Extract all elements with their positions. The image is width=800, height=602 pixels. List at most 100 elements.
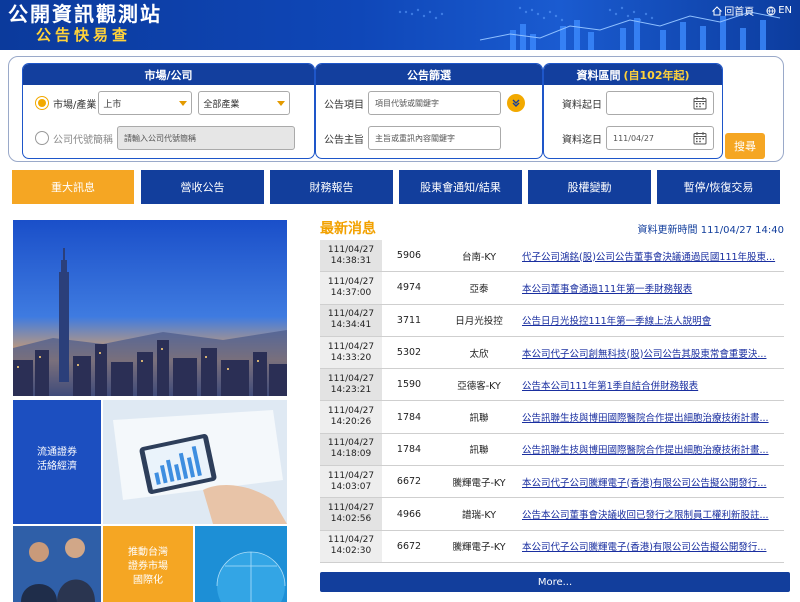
date-box-note: (自102年起) — [623, 68, 690, 82]
promo-tile-securities-text: 流通證券 活絡經濟 — [37, 447, 77, 472]
news-date: 111/04/27 — [327, 535, 375, 546]
news-subject-link[interactable]: 本公司代子公司騰輝電子(香港)有限公司公告擬公開發行... — [522, 475, 784, 489]
end-date-value: 111/04/27 — [613, 133, 655, 143]
expand-options-button[interactable] — [507, 94, 525, 112]
news-company-code: 4966 — [396, 508, 422, 520]
news-company-code: 1590 — [396, 379, 422, 391]
end-date-input[interactable]: 111/04/27 — [606, 126, 714, 150]
news-row: 111/04/27 14:18:09 1784 訊聯 公告訊聯生技與博田國際醫院合作提出… — [320, 433, 784, 467]
news-row: 111/04/27 14:37:00 4974 亞泰 本公司董事會通過111年第一季財務… — [320, 272, 784, 305]
news-company-code: 1784 — [396, 411, 422, 423]
news-company-name: 太欣 — [469, 348, 489, 360]
news-company-name: 亞泰 — [469, 283, 489, 295]
news-time: 14:38:31 — [330, 255, 372, 266]
news-time: 14:37:00 — [330, 287, 372, 298]
company-input[interactable]: 請輸入公司代號簡稱 — [117, 126, 295, 150]
news-subject-link[interactable]: 公告日月光投控111年第一季線上法人說明會 — [522, 313, 784, 327]
search-button[interactable]: 搜尋 — [725, 133, 765, 159]
industry-select[interactable]: 全部產業 — [198, 91, 291, 115]
news-row: 111/04/27 14:02:56 4966 譜瑞-KY 公告本公司董事會決議收回已發… — [320, 498, 784, 531]
search-panel: 市場/公司 市場/產業 上市 全部產業 公司代號簡稱 請輸入公司代號簡稱 公告篩… — [8, 56, 784, 162]
market-label: 市場/產業 — [53, 99, 97, 111]
start-date-input[interactable] — [606, 91, 714, 115]
promo-area: 流通證券 活絡經濟 推動台灣 證券市場 國際化 — [13, 220, 287, 602]
tab-material-info[interactable]: 重大訊息 — [12, 170, 134, 204]
site-title: 公開資訊觀測站 — [8, 2, 162, 26]
news-company-name: 訊聯 — [469, 413, 489, 425]
tab-shareholders-meeting[interactable]: 股東會通知/結果 — [399, 170, 522, 204]
home-icon — [712, 5, 723, 15]
chevron-down-icon — [179, 101, 188, 106]
chevron-down-icon — [277, 101, 286, 106]
calendar-icon[interactable] — [693, 131, 707, 145]
market-select-value: 上市 — [103, 99, 122, 110]
tab-financial-report[interactable]: 財務報告 — [270, 170, 393, 204]
industry-select-value: 全部產業 — [203, 99, 240, 110]
more-button[interactable]: More... — [320, 572, 790, 592]
company-radio[interactable] — [35, 131, 49, 145]
news-datetime: 111/04/27 14:02:30 — [320, 530, 382, 562]
news-datetime: 111/04/27 14:20:26 — [320, 401, 382, 433]
news-subject-link[interactable]: 代子公司鴻銘(股)公司公告董事會決議通過民國111年股東... — [522, 249, 784, 263]
news-company-name: 騰輝電子-KY — [452, 542, 506, 554]
news-company-name: 譜瑞-KY — [461, 510, 497, 522]
news-company-code: 1784 — [396, 443, 422, 455]
globe-icon — [766, 6, 776, 15]
news-datetime: 111/04/27 14:33:20 — [320, 336, 382, 369]
news-date: 111/04/27 — [327, 503, 375, 514]
end-date-label: 資料迄日 — [562, 134, 602, 146]
data-updated-time: 資料更新時間 111/04/27 14:40 — [637, 225, 784, 236]
business-people-image — [13, 526, 101, 602]
news-row: 111/04/27 14:03:07 6672 騰輝電子-KY 本公司代子公司騰輝電子(… — [320, 466, 784, 499]
news-date: 111/04/27 — [327, 438, 375, 449]
news-subject-link[interactable]: 本公司代子公司創無科技(股)公司公告其股東常會重要決... — [522, 346, 784, 360]
news-row: 111/04/27 14:23:21 1590 亞德客-KY 公告本公司111年第1季自… — [320, 369, 784, 402]
item-input[interactable]: 項目代號或關鍵字 — [368, 91, 501, 115]
latest-news-table: 111/04/27 14:38:31 5906 台南-KY 代子公司鴻銘(股)公司公告董… — [320, 240, 784, 563]
site-logo[interactable]: 公開資訊觀測站 公告快易查 — [8, 2, 162, 44]
news-date: 111/04/27 — [327, 470, 375, 481]
tab-equity-change[interactable]: 股權變動 — [528, 170, 651, 204]
news-datetime: 111/04/27 14:03:07 — [320, 466, 382, 498]
market-company-box: 市場/公司 市場/產業 上市 全部產業 公司代號簡稱 請輸入公司代號簡稱 — [22, 63, 315, 159]
filter-box-heading: 公告篩選 — [316, 64, 542, 85]
calendar-icon[interactable] — [693, 96, 707, 110]
news-time: 14:23:21 — [330, 384, 372, 395]
globe-network-image — [195, 526, 287, 602]
news-subject-link[interactable]: 公告訊聯生技與博田國際醫院合作提出細胞治療技術計畫... — [522, 442, 784, 456]
news-subject-link[interactable]: 公告本公司董事會決議收回已發行之限制員工權利新股註... — [522, 507, 784, 521]
tab-trading-suspension[interactable]: 暫停/恢復交易 — [657, 170, 780, 204]
news-datetime: 111/04/27 14:02:56 — [320, 498, 382, 530]
promo-tile-international[interactable]: 推動台灣 證券市場 國際化 — [103, 526, 193, 602]
news-subject-link[interactable]: 本公司代子公司騰輝電子(香港)有限公司公告擬公開發行... — [522, 539, 784, 553]
news-row: 111/04/27 14:38:31 5906 台南-KY 代子公司鴻銘(股)公司公告董… — [320, 240, 784, 273]
subject-input[interactable]: 主旨或重訊內容關鍵字 — [368, 126, 501, 150]
news-company-name: 騰輝電子-KY — [452, 477, 506, 489]
news-date: 111/04/27 — [327, 406, 375, 417]
tab-revenue[interactable]: 營收公告 — [141, 170, 264, 204]
news-company-code: 6672 — [396, 540, 422, 552]
announcement-filter-box: 公告篩選 公告項目 項目代號或關鍵字 公告主旨 主旨或重訊內容關鍵字 — [315, 63, 543, 159]
item-label: 公告項目 — [324, 99, 364, 111]
news-company-code: 3711 — [396, 314, 422, 326]
site-subtitle: 公告快易查 — [36, 26, 132, 44]
promo-tile-securities[interactable]: 流通證券 活絡經濟 — [13, 400, 101, 524]
news-date: 111/04/27 — [327, 309, 375, 320]
news-row: 111/04/27 14:20:26 1784 訊聯 公告訊聯生技與博田國際醫院合作提出… — [320, 401, 784, 434]
latest-news-title: 最新消息 — [320, 221, 376, 237]
city-skyline-image — [13, 220, 287, 396]
market-radio[interactable] — [35, 96, 49, 110]
news-subject-link[interactable]: 本公司董事會通過111年第一季財務報表 — [522, 281, 784, 295]
language-link[interactable]: EN — [766, 3, 792, 18]
news-company-code: 4974 — [396, 282, 422, 294]
promo-tile-international-text: 推動台灣 證券市場 國際化 — [128, 547, 168, 586]
news-datetime: 111/04/27 14:38:31 — [320, 240, 382, 272]
news-subject-link[interactable]: 公告訊聯生技與博田國際醫院合作提出細胞治療技術計畫... — [522, 410, 784, 424]
home-link[interactable]: 回首頁 — [712, 3, 754, 18]
category-tabs: 重大訊息 營收公告 財務報告 股東會通知/結果 股權變動 暫停/恢復交易 — [12, 170, 782, 204]
news-time: 14:02:30 — [330, 546, 372, 557]
news-time: 14:33:20 — [330, 352, 372, 363]
market-select[interactable]: 上市 — [98, 91, 193, 115]
news-subject-link[interactable]: 公告本公司111年第1季自結合併財務報表 — [522, 378, 784, 392]
date-box-title: 資料區間 — [576, 68, 621, 82]
